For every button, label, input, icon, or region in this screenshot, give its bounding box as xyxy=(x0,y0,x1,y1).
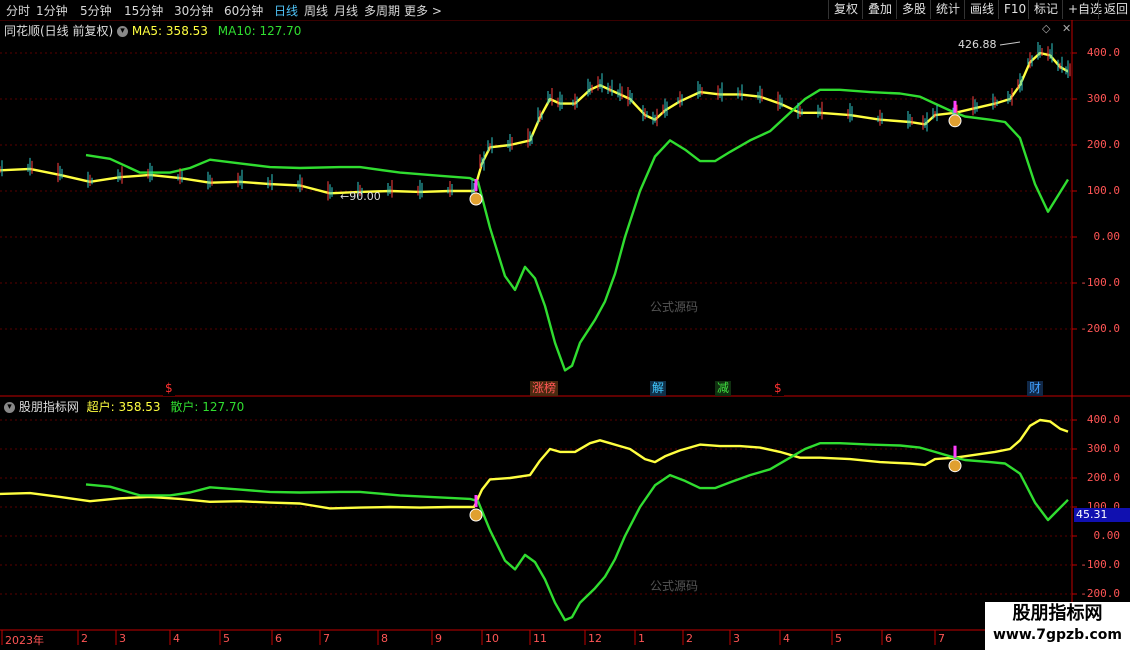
signal-tag-0[interactable]: $ xyxy=(163,381,175,396)
ma5-value: 358.53 xyxy=(165,24,208,38)
signal-tag-1[interactable]: 涨榜 xyxy=(530,381,559,396)
sub-ytick-label: 400.0 xyxy=(1086,413,1120,426)
low-price-label: ←90.00 xyxy=(340,190,381,203)
x-tick-label: 3 xyxy=(733,632,740,645)
signal-tag-3[interactable]: 减 xyxy=(715,381,732,396)
diamond-icon[interactable]: ◇ xyxy=(1042,22,1050,35)
main-ytick-label: -200.0 xyxy=(1080,322,1120,335)
x-tick-label: 2 xyxy=(686,632,693,645)
signal-tag-2[interactable]: 解 xyxy=(650,381,667,396)
money-bag-icon xyxy=(469,508,483,522)
main-ytick-label: 400.0 xyxy=(1086,46,1120,59)
sub-watermark: 公式源码 xyxy=(650,579,699,593)
sub-panel-header: ▾ 股朋指标网 超户: 358.53 散户: 127.70 xyxy=(4,398,244,415)
sub-title: 股朋指标网 xyxy=(18,400,79,414)
x-tick-label: 7 xyxy=(323,632,330,645)
main-watermark: 公式源码 xyxy=(650,300,699,314)
sub-ytick-label: -200.0 xyxy=(1080,587,1120,600)
ma10-label: MA10: xyxy=(217,24,256,38)
a-label: 超户: xyxy=(86,400,115,414)
x-tick-label: 6 xyxy=(885,632,892,645)
x-tick-label: 11 xyxy=(533,632,547,645)
settings-dropdown-icon[interactable]: ▾ xyxy=(4,402,15,413)
x-tick-label: 10 xyxy=(485,632,499,645)
x-tick-label: 5 xyxy=(223,632,230,645)
main-title: 同花顺(日线 前复权) xyxy=(4,24,114,38)
x-tick-label: 3 xyxy=(119,632,126,645)
x-tick-label: 6 xyxy=(275,632,282,645)
main-ma10-line xyxy=(85,88,1070,372)
main-ytick-label: 200.0 xyxy=(1086,138,1120,151)
x-tick-label: 4 xyxy=(173,632,180,645)
signal-tag-5[interactable]: 财 xyxy=(1027,381,1044,396)
main-ytick-label: 100.0 xyxy=(1086,184,1120,197)
x-tick-label: 2 xyxy=(81,632,88,645)
b-value: 127.70 xyxy=(202,400,245,414)
close-icon[interactable]: ✕ xyxy=(1062,22,1071,35)
money-bag-icon xyxy=(948,114,962,128)
main-panel-header: 同花顺(日线 前复权) ▾ MA5: 358.53 MA10: 127.70 xyxy=(4,22,301,39)
high-arrow xyxy=(999,41,1021,46)
main-ytick-label: -100.0 xyxy=(1080,276,1120,289)
ma10-value: 127.70 xyxy=(259,24,302,38)
settings-dropdown-icon[interactable]: ▾ xyxy=(117,26,129,37)
x-tick-label: 5 xyxy=(835,632,842,645)
main-ytick-label: 300.0 xyxy=(1086,92,1120,105)
main-ytick-label: 0.00 xyxy=(1093,230,1121,243)
brand-name: 股朋指标网 xyxy=(1012,603,1103,624)
sub-ytick-label: 0.00 xyxy=(1093,529,1121,542)
money-bag-icon xyxy=(948,459,962,473)
signal-tag-4[interactable]: $ xyxy=(772,381,784,396)
x-tick-label: 1 xyxy=(638,632,645,645)
brand-box: 股朋指标网 www.7gpzb.com xyxy=(985,602,1130,650)
x-tick-label: 8 xyxy=(381,632,388,645)
low-price-value: 90.00 xyxy=(349,190,381,203)
x-tick-label: 12 xyxy=(588,632,602,645)
a-value: 358.53 xyxy=(118,400,161,414)
sub-ytick-label: 200.0 xyxy=(1086,471,1120,484)
b-label: 散户: xyxy=(170,400,199,414)
x-tick-label: 4 xyxy=(783,632,790,645)
ma5-label: MA5: xyxy=(131,24,163,38)
cursor-value-badge: 45.31 xyxy=(1074,508,1130,522)
x-tick-label: 2023年 xyxy=(5,634,44,647)
sub-ytick-label: -100.0 xyxy=(1080,558,1120,571)
chart-canvas[interactable] xyxy=(0,0,1130,650)
x-tick-label: 9 xyxy=(435,632,442,645)
sub-ytick-label: 300.0 xyxy=(1086,442,1120,455)
x-tick-label: 7 xyxy=(938,632,945,645)
brand-url: www.7gpzb.com xyxy=(992,627,1122,643)
high-price-label: 426.88 xyxy=(958,38,997,51)
money-bag-icon xyxy=(469,192,483,206)
